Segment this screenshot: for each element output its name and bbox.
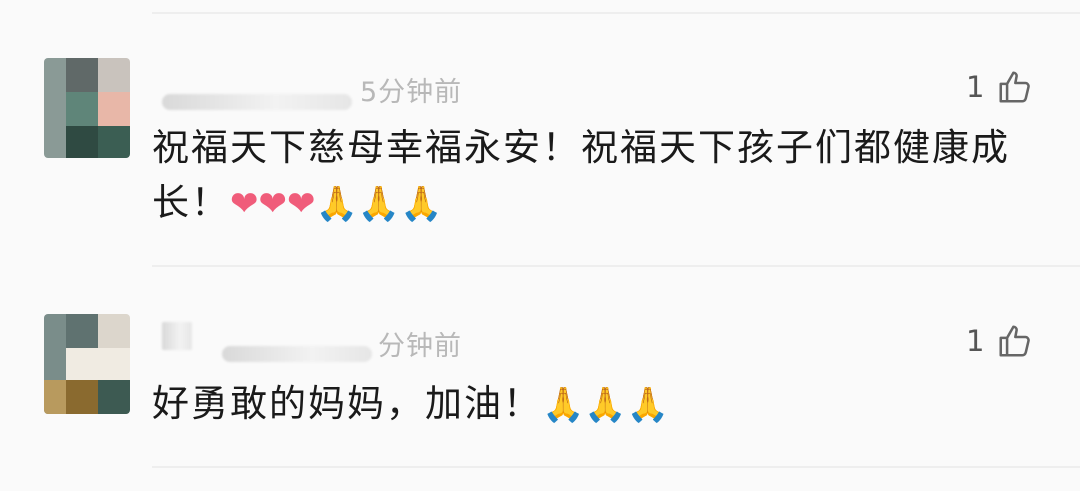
comment-text: 祝福天下慈母幸福永安！祝福天下孩子们都健康成长！❤❤❤🙏🙏🙏	[152, 120, 1052, 232]
heart-emoji: ❤	[258, 184, 288, 224]
thumbs-up-icon[interactable]	[996, 68, 1034, 106]
avatar[interactable]	[44, 58, 130, 158]
comment-list: 5分钟前 1 祝福天下慈母幸福永安！祝福天下孩子们都健康成长！❤❤❤🙏🙏🙏 分钟…	[0, 0, 1080, 491]
divider	[152, 466, 1080, 468]
comment-text: 好勇敢的妈妈，加油！🙏🙏🙏	[152, 376, 1052, 433]
heart-emoji: ❤	[230, 184, 259, 224]
emoji-group: ❤❤❤🙏🙏🙏	[230, 184, 443, 224]
comment-time: 5分钟前	[360, 77, 463, 108]
username-blurred[interactable]	[162, 94, 352, 110]
avatar[interactable]	[44, 314, 130, 414]
comment-time: 分钟前	[378, 331, 462, 362]
pray-emoji: 🙏	[584, 385, 627, 425]
comment-body: 好勇敢的妈妈，加油！	[152, 382, 542, 425]
like-count: 1	[966, 70, 985, 104]
heart-emoji: ❤	[287, 184, 316, 224]
like-count: 1	[966, 324, 985, 358]
pray-emoji: 🙏	[542, 385, 585, 425]
username-blurred[interactable]	[222, 346, 372, 362]
divider	[152, 265, 1080, 267]
pray-emoji: 🙏	[626, 385, 670, 425]
pray-emoji: 🙏	[315, 184, 358, 224]
divider	[152, 12, 1080, 14]
thumbs-up-icon[interactable]	[996, 322, 1034, 360]
pray-emoji: 🙏	[400, 184, 443, 224]
username-blurred[interactable]	[162, 322, 192, 350]
pray-emoji: 🙏	[357, 184, 401, 224]
emoji-group: 🙏🙏🙏	[542, 385, 669, 425]
